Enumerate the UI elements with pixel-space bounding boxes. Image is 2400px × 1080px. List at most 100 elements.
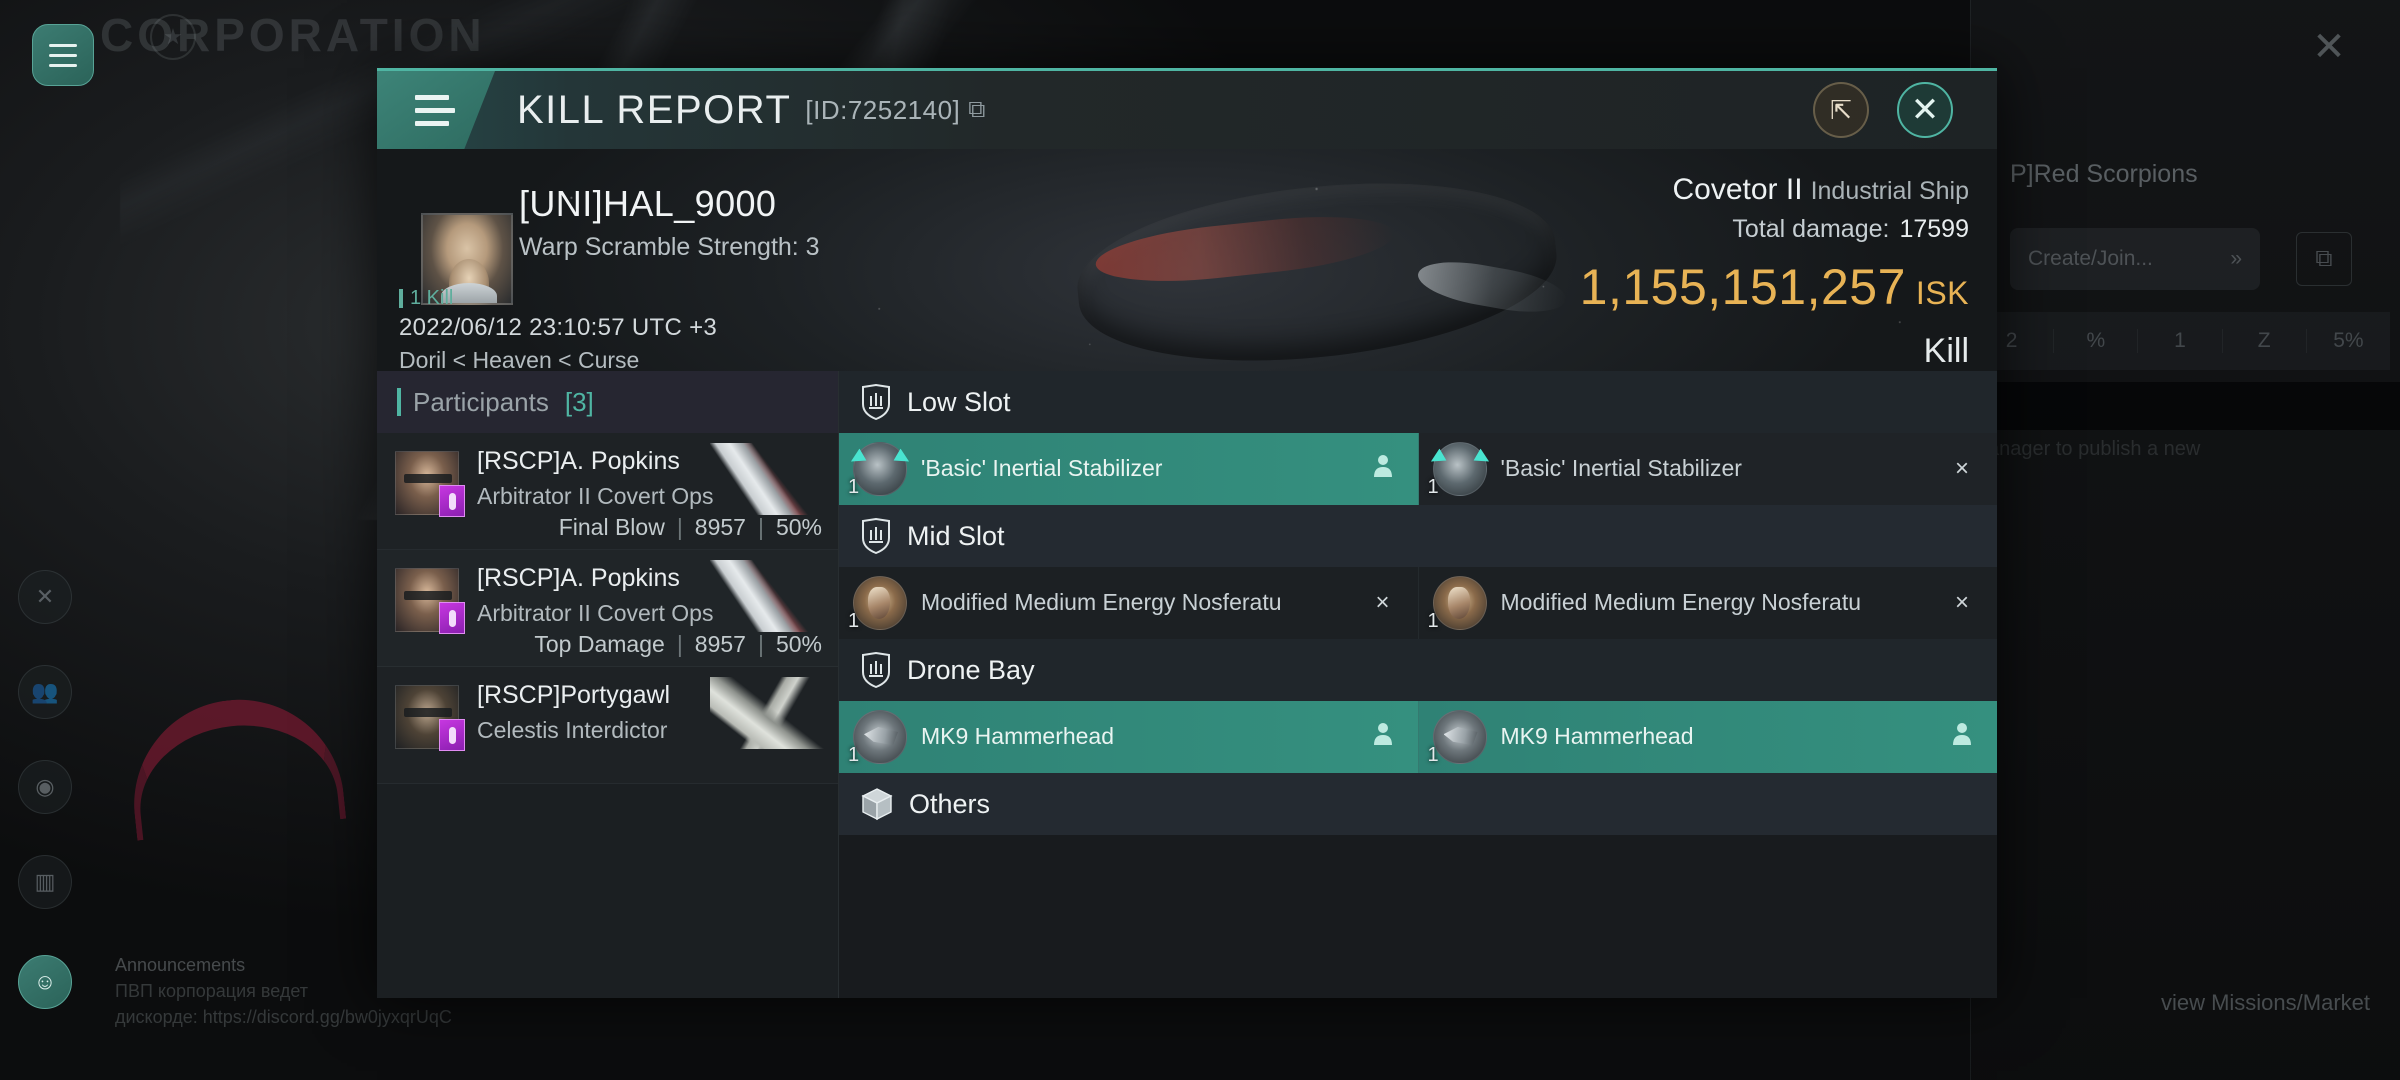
module-name: MK9 Hammerhead xyxy=(921,723,1115,750)
isk-unit: ISK xyxy=(1915,275,1969,311)
hammerhead-drone-icon: 1 xyxy=(848,710,907,766)
kill-report-modal: KILL REPORT [ID:7252140] ⧉ ⇱ ✕ [UNI]HAL_… xyxy=(377,68,1997,998)
modal-menu-button[interactable] xyxy=(377,71,495,149)
participant-row[interactable]: [RSCP]A. Popkins Arbitrator II Covert Op… xyxy=(377,433,838,550)
isk-value-line: 1,155,151,257 ISK xyxy=(1580,258,1969,316)
rail-icon-people[interactable]: 👥 xyxy=(18,665,72,719)
module-item[interactable]: 1 Modified Medium Energy Nosferatu × xyxy=(1418,567,1997,639)
create-join-label: Create/Join... xyxy=(2028,247,2153,270)
module-state-dropped-icon xyxy=(1945,722,1979,753)
background-corp-logo xyxy=(123,689,347,841)
shield-slot-icon xyxy=(861,652,891,688)
hamburger-icon xyxy=(415,94,455,126)
participant-row[interactable]: [RSCP]Portygawl Celestis Interdictor xyxy=(377,667,838,784)
victim-name: [UNI]HAL_9000 xyxy=(519,183,777,224)
stat-separator: | xyxy=(757,514,764,540)
chevron-double-right-icon: » xyxy=(2230,247,2242,270)
module-name: Modified Medium Energy Nosferatu xyxy=(1500,589,1862,616)
module-item[interactable]: 1 'Basic' Inertial Stabilizer × xyxy=(1418,433,1997,505)
module-state-dropped-icon xyxy=(1366,722,1400,753)
hammerhead-drone-icon: 1 xyxy=(1428,710,1487,766)
background-external-link-icon[interactable]: ⧉ xyxy=(2296,232,2352,286)
participants-count: [3] xyxy=(564,386,594,417)
titlebar-actions: ⇱ ✕ xyxy=(1813,82,1997,138)
background-stat-3: Z xyxy=(2223,329,2307,353)
victim-ship-class: Industrial Ship xyxy=(1810,177,1969,205)
participant-name: [RSCP]A. Popkins xyxy=(477,447,680,475)
module-quantity: 1 xyxy=(1427,476,1439,498)
participant-role: Top Damage xyxy=(534,631,665,657)
background-hamburger-button[interactable] xyxy=(32,24,94,86)
participant-percent: 50% xyxy=(775,514,822,540)
module-item[interactable]: 1 MK9 Hammerhead xyxy=(1418,701,1997,773)
shield-slot-icon xyxy=(861,384,891,420)
module-state-destroyed-icon: × xyxy=(1954,455,1969,482)
module-item[interactable]: 1 Modified Medium Energy Nosferatu × xyxy=(839,567,1419,639)
shield-slot-icon xyxy=(861,518,891,554)
copy-icon[interactable]: ⧉ xyxy=(968,96,985,124)
rail-icon-combat[interactable]: ✕ xyxy=(18,570,72,624)
total-damage-label: Total damage: xyxy=(1732,215,1890,243)
participants-list: [RSCP]A. Popkins Arbitrator II Covert Op… xyxy=(377,433,838,998)
slot-label: Drone Bay xyxy=(907,654,1035,685)
slot-header-drone-bay: Drone Bay xyxy=(839,639,1997,701)
cube-icon xyxy=(861,787,893,821)
slot-header-mid: Mid Slot xyxy=(839,505,1997,567)
background-create-join-button[interactable]: Create/Join... » xyxy=(2010,228,2260,290)
module-item[interactable]: 1 MK9 Hammerhead xyxy=(839,701,1419,773)
inertial-stabilizer-icon: 1 xyxy=(848,442,907,498)
participant-ship: Arbitrator II Covert Ops xyxy=(477,600,714,626)
victim-ship-name: Covetor II xyxy=(1672,173,1803,206)
participant-row[interactable]: [RSCP]A. Popkins Arbitrator II Covert Op… xyxy=(377,550,838,667)
rail-icon-chart[interactable]: ▥ xyxy=(18,855,72,909)
isk-value: 1,155,151,257 xyxy=(1579,259,1906,315)
participant-ship-artwork xyxy=(710,560,830,632)
participant-rank-badge xyxy=(439,485,465,517)
participant-ship: Celestis Interdictor xyxy=(477,717,668,743)
participant-ship-artwork xyxy=(710,443,830,515)
background-close-icon[interactable]: ✕ xyxy=(2300,18,2358,76)
participant-stats: Top Damage | 8957 | 50% xyxy=(534,631,822,658)
module-quantity: 1 xyxy=(848,476,860,498)
background-missions-market-link[interactable]: view Missions/Market xyxy=(2161,990,2370,1016)
energy-nosferatu-icon: 1 xyxy=(1428,576,1487,632)
module-item[interactable]: 1 'Basic' Inertial Stabilizer xyxy=(839,433,1419,505)
module-state-destroyed-icon: × xyxy=(1375,589,1390,616)
page-title: KILL REPORT xyxy=(517,87,792,132)
accent-bar xyxy=(397,388,401,416)
participant-name: [RSCP]A. Popkins xyxy=(477,564,680,592)
total-damage-line: Total damage: 17599 xyxy=(1580,215,1969,244)
stat-separator: | xyxy=(757,631,764,657)
participants-pane: Participants [3] [RSCP]A. Popkins Arbitr… xyxy=(377,371,839,998)
modal-titlebar: KILL REPORT [ID:7252140] ⧉ ⇱ ✕ xyxy=(377,71,1997,149)
kill-count-badge: 1 Kill xyxy=(399,287,453,310)
participant-ship-artwork xyxy=(710,677,830,749)
participant-role: Final Blow xyxy=(558,514,665,540)
module-name: 'Basic' Inertial Stabilizer xyxy=(1500,455,1742,482)
participant-rank-badge xyxy=(439,602,465,634)
slot-label: Mid Slot xyxy=(907,520,1005,551)
announcements-line-2: дискорде: https://discord.gg/bw0jyxqrUqC xyxy=(115,1007,452,1028)
module-quantity: 1 xyxy=(1427,610,1439,632)
slot-row-low: 1 'Basic' Inertial Stabilizer 1 'Basic' … xyxy=(839,433,1997,505)
module-name: MK9 Hammerhead xyxy=(1500,723,1694,750)
rail-icon-profile[interactable]: ☺ xyxy=(18,955,72,1009)
share-button[interactable]: ⇱ xyxy=(1813,82,1869,138)
victim-ship-line: Covetor II Industrial Ship xyxy=(1580,173,1970,207)
modal-body: Participants [3] [RSCP]A. Popkins Arbitr… xyxy=(377,371,1997,998)
participant-rank-badge xyxy=(439,719,465,751)
participant-damage: 8957 xyxy=(694,631,746,657)
background-publish-hint: anager to publish a new xyxy=(1988,438,2201,460)
rail-icon-radar[interactable]: ◉ xyxy=(18,760,72,814)
fitting-pane: Low Slot 1 'Basic' Inertial Stabilizer 1… xyxy=(839,371,1997,998)
slot-header-low: Low Slot xyxy=(839,371,1997,433)
energy-nosferatu-icon: 1 xyxy=(848,576,907,632)
total-damage-value: 17599 xyxy=(1899,215,1969,243)
participant-stats: Final Blow | 8957 | 50% xyxy=(559,514,822,541)
slot-label: Low Slot xyxy=(907,386,1011,417)
close-button[interactable]: ✕ xyxy=(1897,82,1953,138)
close-icon: ✕ xyxy=(1910,91,1940,129)
background-corp-title: CORPORATION xyxy=(100,9,486,61)
participants-label: Participants xyxy=(413,386,549,417)
background-stat-4: 5% xyxy=(2333,329,2364,352)
